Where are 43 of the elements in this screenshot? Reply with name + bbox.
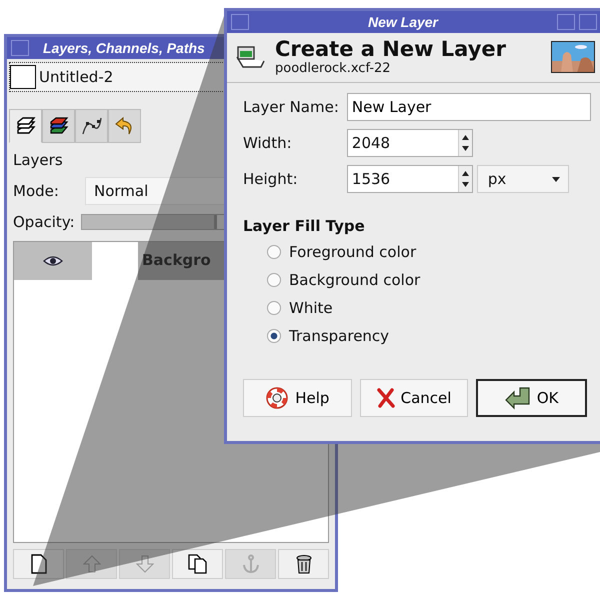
page-icon (30, 554, 46, 574)
help-button[interactable]: Help (243, 379, 352, 417)
section-heading: Layer Fill Type (243, 217, 366, 235)
duplicate-icon (188, 554, 208, 574)
opacity-label: Opacity: (13, 213, 75, 231)
section-label: Layers (13, 151, 64, 169)
delete-layer-button[interactable] (278, 549, 329, 579)
mode-label: Mode: (13, 182, 60, 200)
new-layer-button[interactable] (13, 549, 64, 579)
arrow-down-icon (136, 555, 154, 573)
spin-field[interactable]: 2048 (346, 129, 473, 157)
radio-button[interactable] (267, 301, 281, 315)
window-title: New Layer (366, 14, 440, 30)
radio-button[interactable] (267, 245, 281, 259)
spin-field[interactable]: 1536 (346, 165, 473, 193)
field-label: Width: (243, 134, 293, 152)
image-name: Untitled-2 (39, 68, 114, 86)
image-thumbnail (10, 65, 36, 89)
dock-tab[interactable] (42, 109, 75, 143)
text-field[interactable]: New Layer (346, 93, 591, 121)
duplicate-layer-button[interactable] (172, 549, 223, 579)
window-title: Layers, Channels, Paths (43, 40, 205, 56)
trash-icon (294, 554, 312, 574)
new-layer-icon (235, 44, 265, 68)
lifebuoy-icon (265, 386, 290, 410)
paths-icon (80, 115, 102, 137)
dialog-heading: Create a New Layer (275, 37, 507, 61)
dock-tab[interactable] (9, 109, 42, 143)
radio-option[interactable]: Transparency (267, 327, 600, 345)
dropdown-arrow-icon (552, 176, 560, 182)
unit-dropdown[interactable]: px (476, 165, 569, 193)
field-label: Layer Name: (243, 98, 339, 116)
arrow-up-icon (82, 555, 100, 573)
cancel-button[interactable]: Cancel (360, 379, 468, 417)
dock-tab[interactable] (75, 109, 108, 143)
radio-option[interactable]: White (267, 299, 600, 317)
anchor-icon (240, 554, 260, 574)
return-arrow-icon (504, 386, 531, 410)
cross-icon (376, 388, 395, 408)
eye-icon[interactable] (43, 255, 63, 267)
ok-button[interactable]: OK (476, 379, 588, 417)
radio-button[interactable] (267, 273, 281, 287)
radio-button[interactable] (267, 329, 281, 343)
